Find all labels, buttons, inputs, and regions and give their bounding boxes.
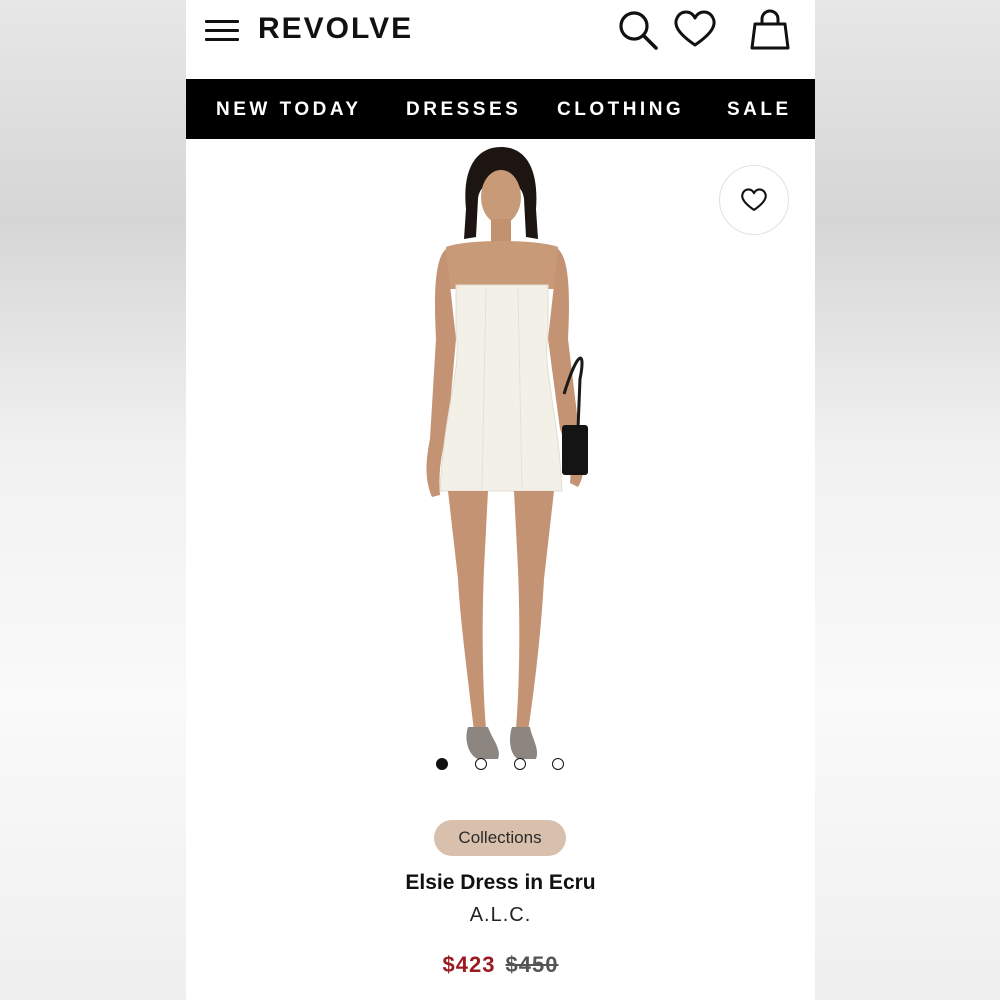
- nav-item-dresses[interactable]: DRESSES: [406, 79, 521, 141]
- bag-icon[interactable]: [748, 8, 792, 57]
- mobile-screen: REVOLVE NEW TODAY DRESSES CLOTHING SALE: [186, 0, 815, 1000]
- heart-outline-icon: [741, 188, 767, 211]
- pagination-dot-3[interactable]: [514, 758, 526, 770]
- nav-item-sale[interactable]: SALE: [727, 79, 792, 141]
- category-nav: NEW TODAY DRESSES CLOTHING SALE: [186, 79, 815, 139]
- image-pagination: [186, 758, 815, 772]
- sale-price: $423: [442, 952, 496, 977]
- nav-item-new-today[interactable]: NEW TODAY: [216, 79, 362, 141]
- price-block: $423 $450: [186, 952, 815, 978]
- product-title: Elsie Dress in Ecru: [405, 871, 596, 894]
- search-icon[interactable]: [616, 8, 660, 57]
- original-price: $450: [505, 952, 559, 977]
- pagination-dot-1[interactable]: [436, 758, 448, 770]
- site-header: REVOLVE: [186, 0, 815, 78]
- nav-item-clothing[interactable]: CLOTHING: [557, 79, 684, 141]
- wishlist-button[interactable]: [719, 165, 789, 235]
- pagination-dot-4[interactable]: [552, 758, 564, 770]
- product-brand[interactable]: A.L.C.: [186, 904, 815, 927]
- product-image[interactable]: [186, 139, 815, 779]
- background-right: [815, 0, 1000, 1000]
- collections-badge[interactable]: Collections: [434, 820, 566, 856]
- site-logo[interactable]: REVOLVE: [258, 10, 413, 48]
- pagination-dot-2[interactable]: [475, 758, 487, 770]
- menu-icon[interactable]: [205, 20, 239, 42]
- background-left: [0, 0, 186, 1000]
- heart-icon[interactable]: [672, 8, 718, 55]
